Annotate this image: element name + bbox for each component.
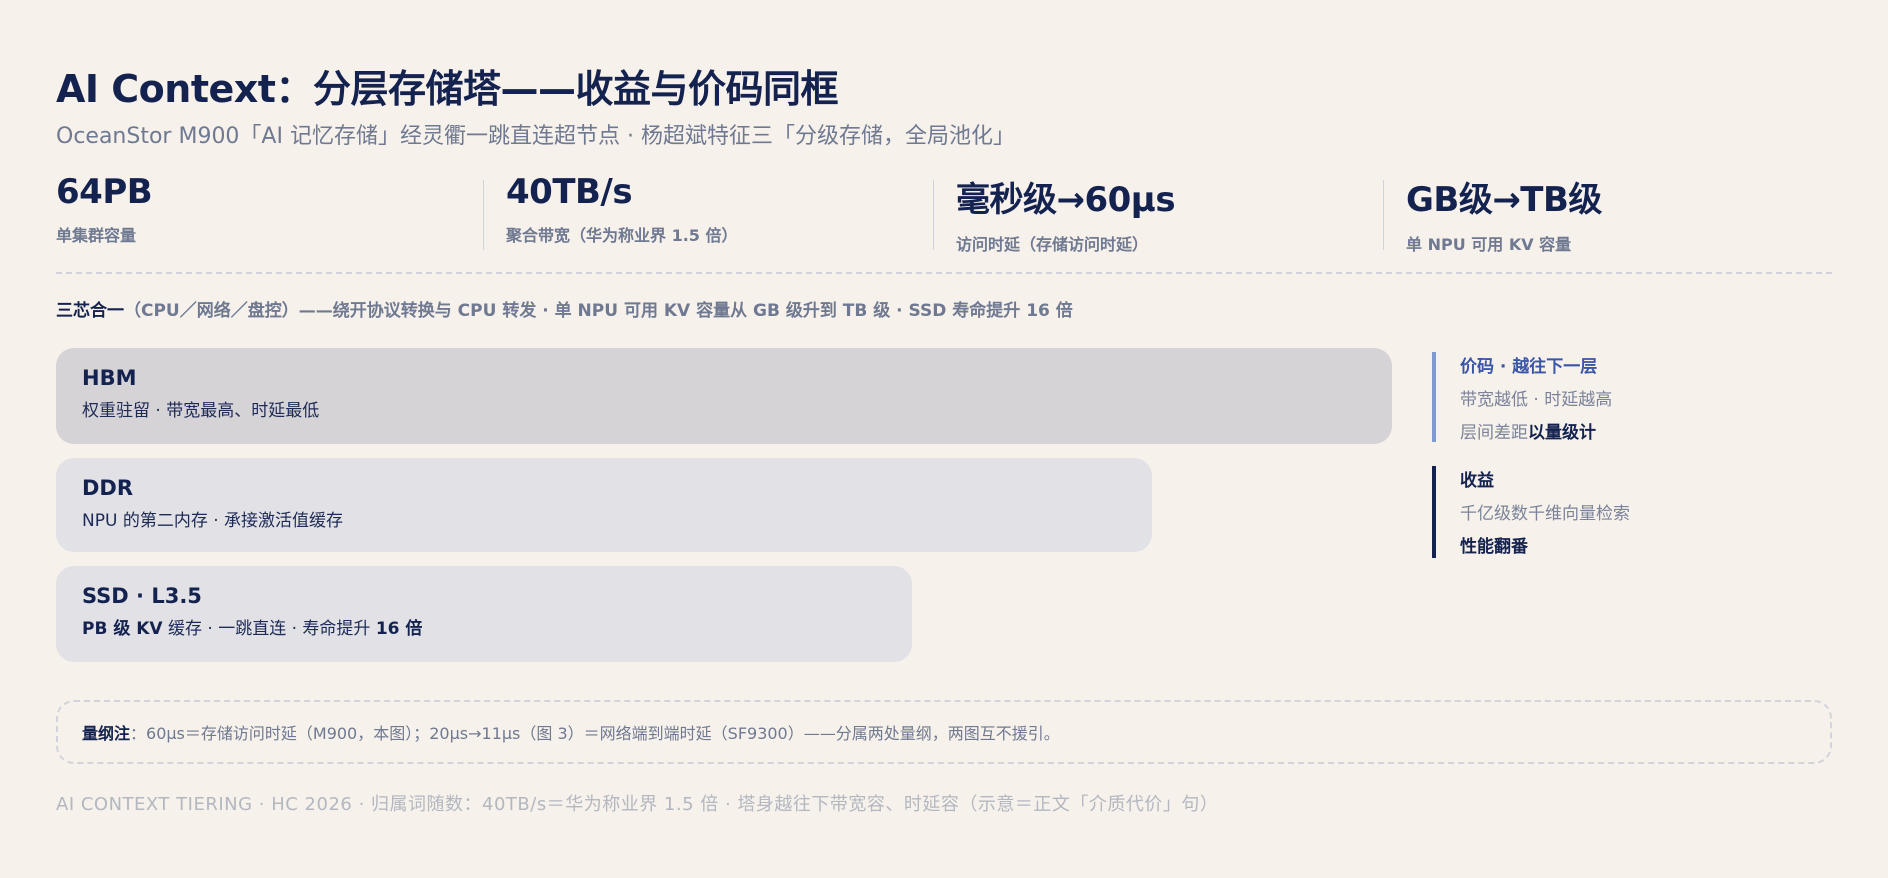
- side-line-bold: 以量级计: [1528, 423, 1596, 443]
- tier-desc-bold: 16 倍: [375, 619, 423, 639]
- tier-ddr: DDR NPU 的第二内存 · 承接激活值缓存: [56, 458, 1152, 552]
- stat-bandwidth: 40TB/s 聚合带宽（华为称业界 1.5 倍）: [506, 172, 738, 250]
- summary-line: 三芯合一（CPU／网络／盘控）——绕开协议转换与 CPU 转发 · 单 NPU …: [56, 296, 1073, 321]
- stat-label: 聚合带宽（华为称业界 1.5 倍）: [506, 226, 738, 245]
- footer-caption: AI CONTEXT TIERING · HC 2026 · 归属词随数：40T…: [56, 794, 1219, 815]
- side-line-bold: 性能翻番: [1460, 537, 1528, 557]
- side-line: 层间差距以量级计: [1460, 418, 1612, 443]
- stat-divider: [1383, 180, 1384, 250]
- side-heading: 收益: [1460, 471, 1494, 491]
- tier-desc: NPU 的第二内存 · 承接激活值缓存: [82, 511, 344, 531]
- stat-capacity: 64PB 单集群容量: [56, 172, 153, 250]
- tier-hbm: HBM 权重驻留 · 带宽最高、时延最低: [56, 348, 1392, 444]
- stat-value: 毫秒级→60µs: [956, 180, 1176, 220]
- page-title: AI Context：分层存储塔——收益与价码同框: [56, 67, 838, 111]
- side-panel-gain: 收益 千亿级数千维向量检索 性能翻番: [1432, 466, 1630, 558]
- tier-ssd: SSD · L3.5 PB 级 KV 缓存 · 一跳直连 · 寿命提升 16 倍: [56, 566, 912, 662]
- tier-desc-text: 缓存 · 一跳直连 · 寿命提升: [162, 619, 376, 639]
- tier-desc: 权重驻留 · 带宽最高、时延最低: [82, 401, 320, 421]
- stat-divider: [483, 180, 484, 250]
- side-line: 性能翻番: [1460, 532, 1630, 557]
- stat-kv-capacity: GB级→TB级 单 NPU 可用 KV 容量: [1406, 172, 1602, 254]
- side-line-text: 层间差距: [1460, 423, 1528, 443]
- stat-divider: [933, 180, 934, 250]
- unit-note: 量纲注：60µs＝存储访问时延（M900，本图）；20µs→11µs（图 3）＝…: [56, 700, 1832, 764]
- tier-desc-bold: PB 级 KV: [82, 619, 163, 639]
- side-panel-cost: 价码 · 越往下一层 带宽越低 · 时延越高 层间差距以量级计: [1432, 352, 1613, 443]
- stat-value: 64PB: [56, 172, 153, 212]
- note-text: ：60µs＝存储访问时延（M900，本图）；20µs→11µs（图 3）＝网络端…: [130, 724, 1060, 743]
- side-heading: 价码 · 越往下一层: [1460, 357, 1598, 377]
- stat-label: 单集群容量: [56, 226, 137, 245]
- note-lead: 量纲注: [82, 724, 131, 743]
- stat-value: 40TB/s: [506, 172, 633, 212]
- side-line: 千亿级数千维向量检索: [1460, 504, 1630, 524]
- stats-row: 64PB 单集群容量 40TB/s 聚合带宽（华为称业界 1.5 倍） 毫秒级→…: [56, 172, 1832, 254]
- summary-text: （CPU／网络／盘控）——绕开协议转换与 CPU 转发 · 单 NPU 可用 K…: [124, 301, 1073, 321]
- page-subtitle: OceanStor M900「AI 记忆存储」经灵衢一跳直连超节点 · 杨超斌特…: [56, 124, 1015, 149]
- stat-latency: 毫秒级→60µs 访问时延（存储访问时延）: [956, 172, 1176, 254]
- tier-name: HBM: [82, 366, 137, 390]
- stat-label: 访问时延（存储访问时延）: [956, 235, 1149, 254]
- section-divider: [56, 272, 1832, 274]
- stat-value: GB级→TB级: [1406, 180, 1602, 220]
- summary-lead: 三芯合一: [56, 301, 124, 321]
- tier-name: SSD · L3.5: [82, 584, 202, 608]
- tier-name: DDR: [82, 476, 134, 500]
- tier-desc: PB 级 KV 缓存 · 一跳直连 · 寿命提升 16 倍: [82, 614, 886, 639]
- side-line: 带宽越低 · 时延越高: [1460, 390, 1613, 410]
- stat-label: 单 NPU 可用 KV 容量: [1406, 235, 1572, 254]
